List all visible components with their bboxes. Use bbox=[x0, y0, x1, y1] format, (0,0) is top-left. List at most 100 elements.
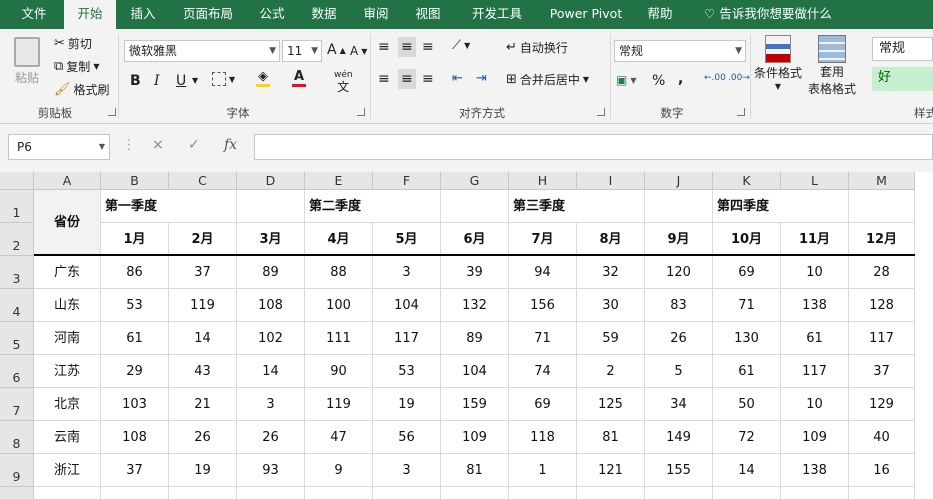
empty-cell[interactable] bbox=[577, 487, 645, 499]
data-cell[interactable]: 2 bbox=[577, 355, 645, 388]
month-header-cell[interactable]: 12月 bbox=[849, 223, 915, 256]
data-cell[interactable]: 104 bbox=[441, 355, 509, 388]
align-right-button[interactable]: ≡ bbox=[422, 71, 434, 87]
data-cell[interactable]: 71 bbox=[713, 289, 781, 322]
tab-home[interactable]: 开始 bbox=[64, 0, 116, 29]
column-header-d[interactable]: D bbox=[237, 172, 305, 190]
data-cell[interactable]: 128 bbox=[849, 289, 915, 322]
formula-input[interactable] bbox=[254, 134, 933, 160]
data-cell[interactable]: 5 bbox=[645, 355, 713, 388]
data-cell[interactable]: 30 bbox=[577, 289, 645, 322]
font-name-combo[interactable]: 微软雅黑 ▼ bbox=[124, 40, 280, 62]
data-cell[interactable]: 40 bbox=[849, 421, 915, 454]
row-header[interactable]: 3 bbox=[0, 256, 34, 289]
column-header-g[interactable]: G bbox=[441, 172, 509, 190]
data-cell[interactable]: 19 bbox=[373, 388, 441, 421]
month-header-cell[interactable]: 7月 bbox=[509, 223, 577, 256]
column-header-m[interactable]: M bbox=[849, 172, 915, 190]
data-cell[interactable]: 37 bbox=[849, 355, 915, 388]
data-cell[interactable]: 34 bbox=[645, 388, 713, 421]
underline-button[interactable]: U bbox=[176, 73, 186, 89]
orientation-button[interactable]: ⟋ ▼ bbox=[452, 38, 470, 53]
data-cell[interactable]: 118 bbox=[509, 421, 577, 454]
province-cell[interactable]: 浙江 bbox=[34, 454, 101, 487]
comma-button[interactable]: , bbox=[678, 71, 683, 87]
data-cell[interactable]: 119 bbox=[305, 388, 373, 421]
data-cell[interactable]: 103 bbox=[101, 388, 169, 421]
header-cell[interactable] bbox=[645, 190, 713, 223]
column-header-a[interactable]: A bbox=[34, 172, 101, 190]
tab-power-pivot[interactable]: Power Pivot bbox=[544, 0, 628, 29]
data-cell[interactable]: 61 bbox=[713, 355, 781, 388]
data-cell[interactable]: 59 bbox=[577, 322, 645, 355]
data-cell[interactable]: 81 bbox=[441, 454, 509, 487]
data-cell[interactable]: 3 bbox=[237, 388, 305, 421]
enter-entry-button[interactable]: ✓ bbox=[188, 137, 200, 153]
month-header-cell[interactable]: 11月 bbox=[781, 223, 849, 256]
data-cell[interactable]: 28 bbox=[849, 256, 915, 289]
data-cell[interactable]: 88 bbox=[305, 256, 373, 289]
italic-button[interactable]: I bbox=[154, 73, 160, 89]
data-cell[interactable]: 93 bbox=[237, 454, 305, 487]
data-cell[interactable]: 10 bbox=[781, 388, 849, 421]
data-cell[interactable]: 119 bbox=[169, 289, 237, 322]
column-header-k[interactable]: K bbox=[713, 172, 781, 190]
empty-cell[interactable] bbox=[237, 487, 305, 499]
header-cell[interactable] bbox=[849, 190, 915, 223]
row-header[interactable]: 2 bbox=[0, 223, 34, 256]
month-header-cell[interactable]: 6月 bbox=[441, 223, 509, 256]
month-header-cell[interactable]: 1月 bbox=[101, 223, 169, 256]
empty-cell[interactable] bbox=[373, 487, 441, 499]
empty-cell[interactable] bbox=[713, 487, 781, 499]
province-cell[interactable]: 河南 bbox=[34, 322, 101, 355]
phonetic-button[interactable]: wén 文 bbox=[334, 70, 353, 94]
data-cell[interactable]: 117 bbox=[849, 322, 915, 355]
tab-insert[interactable]: 插入 bbox=[122, 0, 164, 29]
data-cell[interactable]: 89 bbox=[237, 256, 305, 289]
row-header[interactable]: 1 bbox=[0, 190, 34, 223]
province-header-cell[interactable]: 省份 bbox=[34, 190, 101, 256]
empty-cell[interactable] bbox=[441, 487, 509, 499]
empty-cell[interactable] bbox=[781, 487, 849, 499]
header-cell[interactable] bbox=[237, 190, 305, 223]
data-cell[interactable]: 26 bbox=[169, 421, 237, 454]
data-cell[interactable]: 74 bbox=[509, 355, 577, 388]
tab-help[interactable]: 帮助 bbox=[640, 0, 680, 29]
spreadsheet-grid[interactable]: A B C D E F G H I J K L M 1 2 3 4 5 6 7 8 9 省份 第一季度 第二季度 第三季度 第四季度… bbox=[0, 172, 933, 499]
data-cell[interactable]: 14 bbox=[237, 355, 305, 388]
quarter-header-cell[interactable]: 第三季度 bbox=[509, 190, 645, 223]
data-cell[interactable]: 117 bbox=[373, 322, 441, 355]
style-good[interactable]: 好 bbox=[872, 67, 933, 91]
cut-button[interactable]: ✂ 剪切 bbox=[54, 35, 92, 52]
data-cell[interactable]: 61 bbox=[781, 322, 849, 355]
name-box[interactable]: P6 ▼ bbox=[8, 134, 110, 160]
tab-file[interactable]: 文件 bbox=[10, 0, 58, 29]
column-header-c[interactable]: C bbox=[169, 172, 237, 190]
column-header-e[interactable]: E bbox=[305, 172, 373, 190]
data-cell[interactable]: 132 bbox=[441, 289, 509, 322]
data-cell[interactable]: 83 bbox=[645, 289, 713, 322]
row-header[interactable]: 8 bbox=[0, 421, 34, 454]
data-cell[interactable]: 37 bbox=[101, 454, 169, 487]
empty-cell[interactable] bbox=[645, 487, 713, 499]
increase-indent-button[interactable]: ⇥ bbox=[476, 71, 487, 86]
data-cell[interactable]: 111 bbox=[305, 322, 373, 355]
data-cell[interactable]: 14 bbox=[713, 454, 781, 487]
align-left-button[interactable]: ≡ bbox=[378, 71, 390, 87]
province-cell[interactable]: 山东 bbox=[34, 289, 101, 322]
data-cell[interactable]: 108 bbox=[237, 289, 305, 322]
bold-button[interactable]: B bbox=[130, 73, 141, 89]
data-cell[interactable]: 26 bbox=[645, 322, 713, 355]
column-header-b[interactable]: B bbox=[101, 172, 169, 190]
data-cell[interactable]: 69 bbox=[509, 388, 577, 421]
column-header-h[interactable]: H bbox=[509, 172, 577, 190]
province-cell[interactable]: 江苏 bbox=[34, 355, 101, 388]
empty-cell[interactable] bbox=[849, 487, 915, 499]
font-launcher-icon[interactable] bbox=[357, 108, 365, 116]
conditional-formatting-button[interactable]: 条件格式 ▼ bbox=[754, 35, 802, 91]
data-cell[interactable]: 43 bbox=[169, 355, 237, 388]
empty-cell[interactable] bbox=[509, 487, 577, 499]
province-cell[interactable]: 广东 bbox=[34, 256, 101, 289]
data-cell[interactable]: 19 bbox=[169, 454, 237, 487]
shrink-font-button[interactable]: A ▼ bbox=[350, 44, 367, 58]
